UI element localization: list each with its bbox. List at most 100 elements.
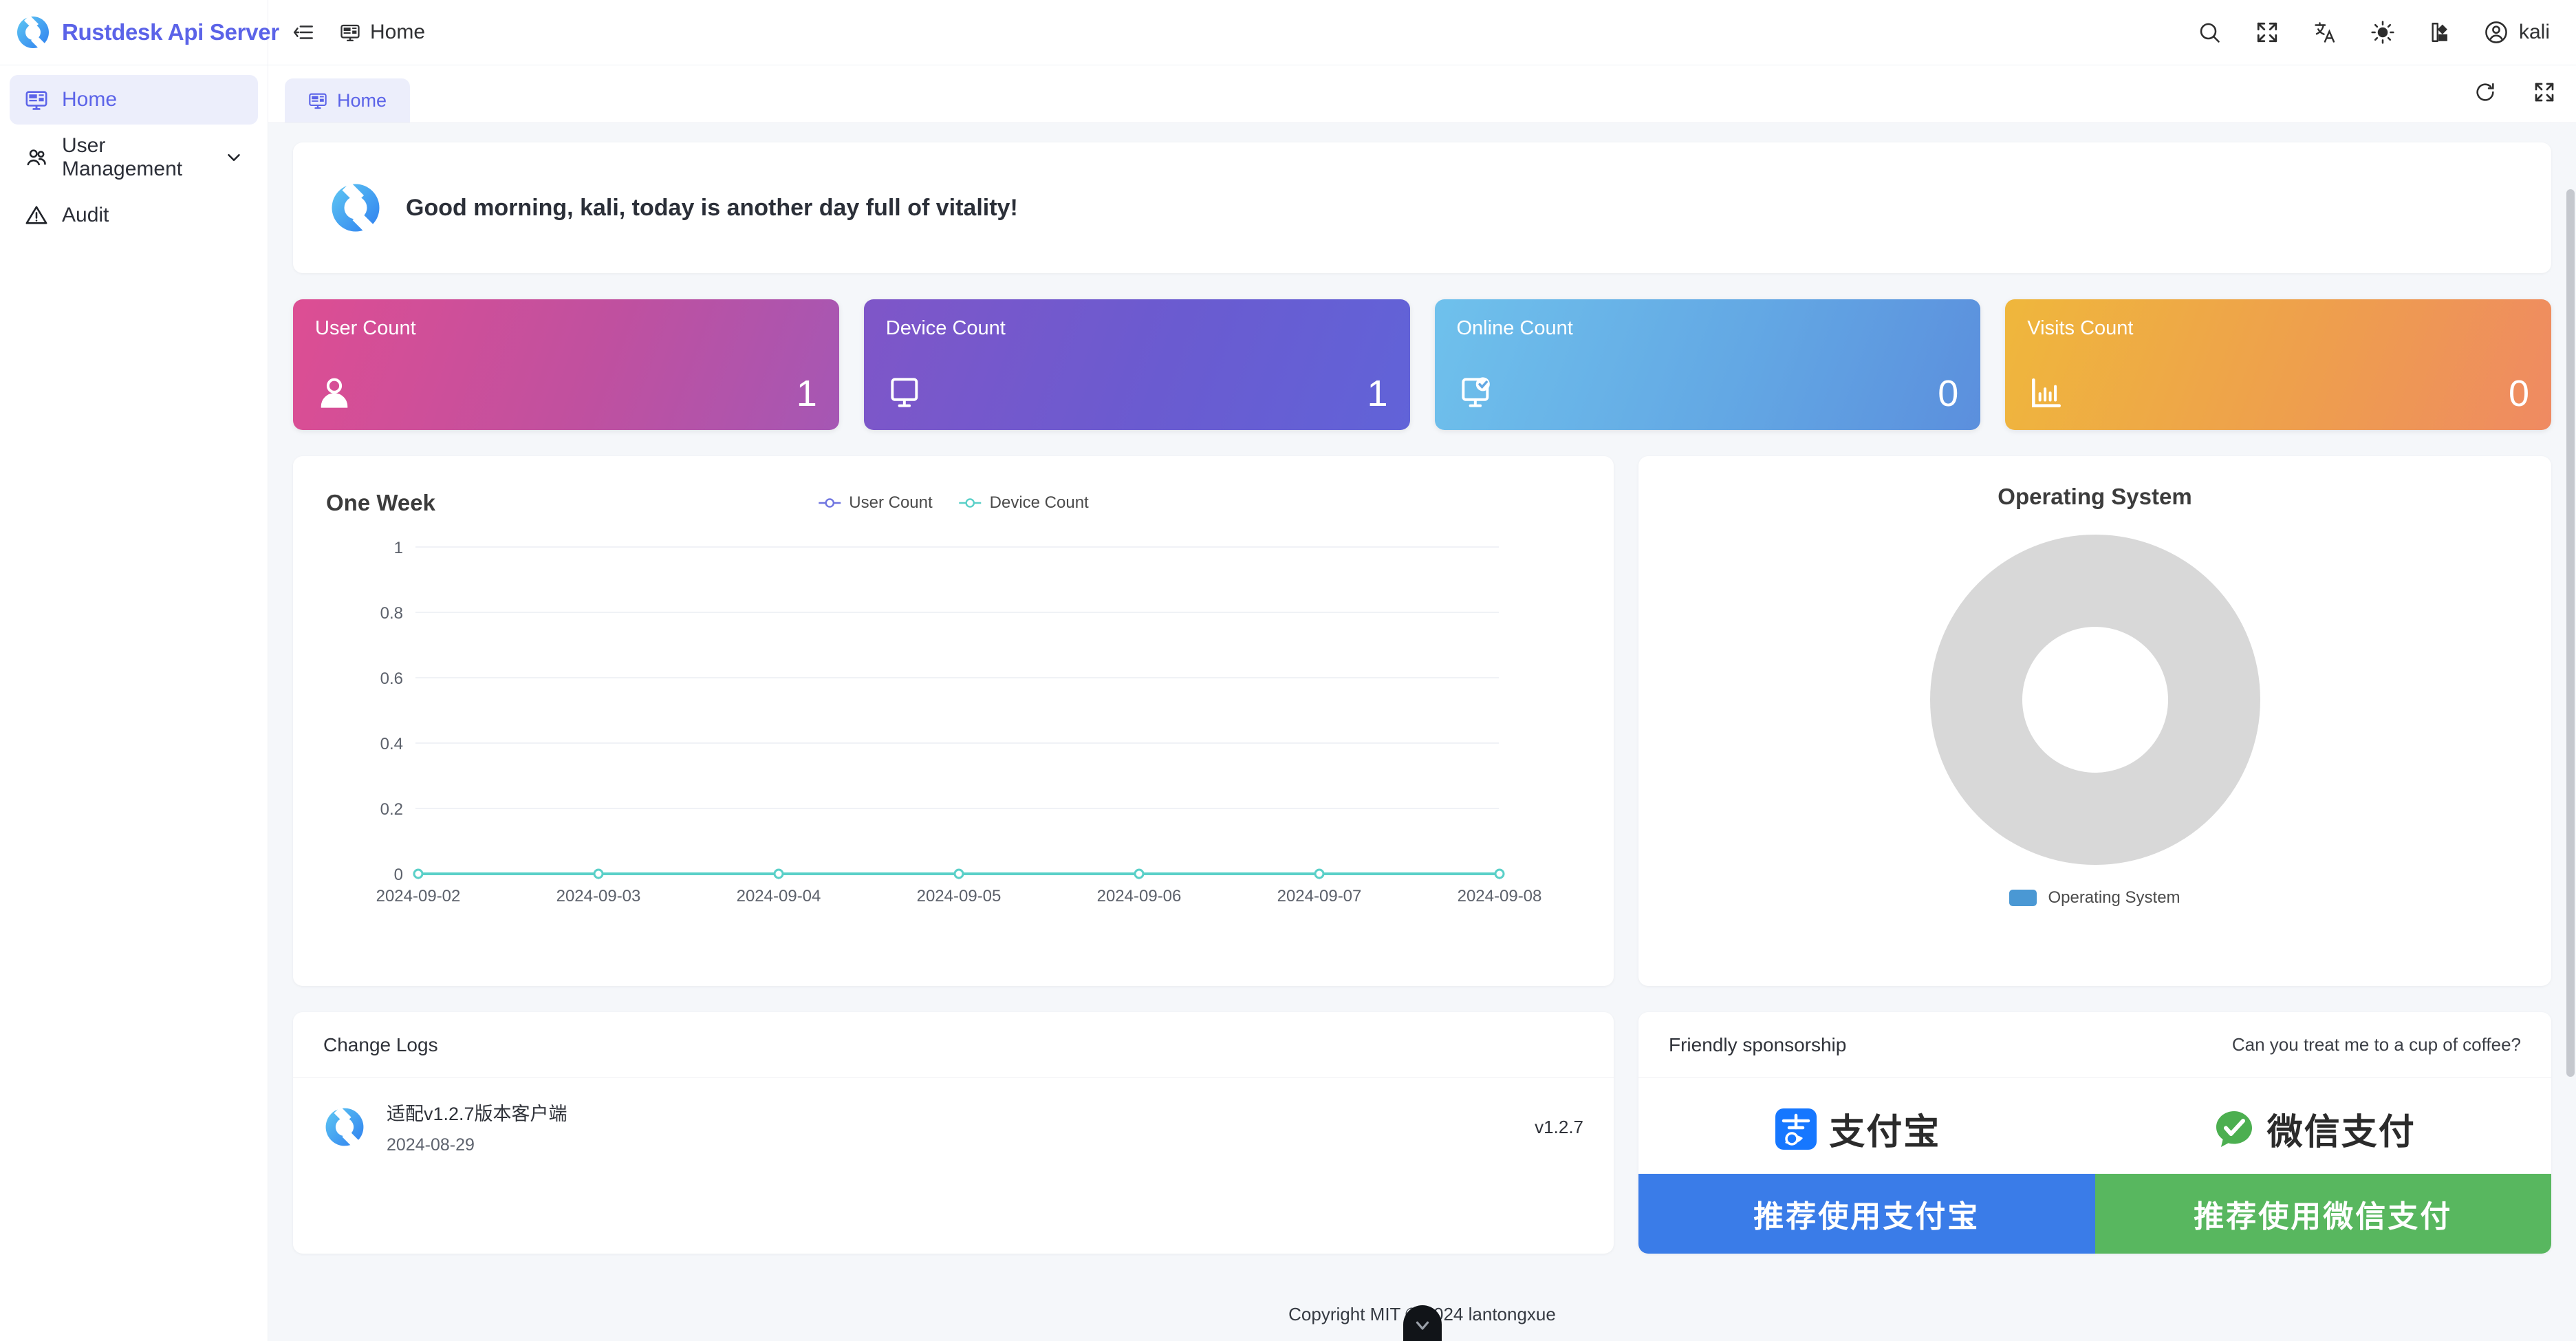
tab-bar: Home: [268, 65, 2576, 123]
legend-item-user-count[interactable]: User Count: [818, 493, 933, 513]
legend-label: Device Count: [989, 493, 1089, 512]
monitor-check-icon: [1457, 374, 1495, 412]
theme-icon[interactable]: [2368, 17, 2398, 47]
x-tick-label: 2024-09-04: [737, 887, 821, 905]
change-logs-card: Change Logs 适配v1.2.7版本客户端 2024-08-29 v1.…: [293, 1012, 1614, 1254]
search-icon[interactable]: [2194, 17, 2225, 47]
line-chart-plot: 1 0.8 0.6 0.4 0.2 0 2024-09-02 2024-09-0…: [326, 533, 1581, 953]
legend-label: Operating System: [2048, 888, 2180, 907]
legend-item-device-count[interactable]: Device Count: [959, 493, 1089, 513]
monitor-icon: [340, 22, 360, 43]
scrollbar-thumb[interactable]: [2566, 189, 2575, 1077]
alipay-logo: 支付宝: [1774, 1103, 1940, 1155]
change-log-date: 2024-08-29: [387, 1135, 475, 1155]
tab-home[interactable]: Home: [285, 78, 411, 122]
refresh-icon[interactable]: [2470, 77, 2500, 107]
svg-text:0.2: 0.2: [380, 800, 403, 819]
legend-label: User Count: [849, 493, 933, 512]
stat-cards: User Count 1 Device Count 1 Online Count…: [293, 299, 2551, 430]
wechatpay-banner[interactable]: 推荐使用微信支付: [2095, 1174, 2551, 1254]
tabs: Home: [285, 65, 411, 122]
tab-label: Home: [337, 89, 387, 111]
sidebar-collapse-icon[interactable]: [288, 17, 319, 48]
palette-icon[interactable]: [2425, 17, 2456, 47]
user-avatar-icon: [2483, 19, 2509, 45]
sidebar: Home User Management Audit: [0, 65, 268, 1341]
fullscreen-icon[interactable]: [2252, 17, 2282, 47]
scroll-to-top-button[interactable]: [1403, 1305, 1442, 1341]
sponsorship-header: Friendly sponsorship Can you treat me to…: [1638, 1012, 2551, 1078]
os-chart-legend[interactable]: Operating System: [1671, 888, 2518, 908]
change-logs-header: Change Logs: [293, 1012, 1614, 1078]
sidebar-item-user-management[interactable]: User Management: [10, 133, 258, 182]
svg-text:0.8: 0.8: [380, 604, 403, 623]
tab-actions: [2470, 77, 2559, 122]
alipay-label: 支付宝: [1829, 1113, 1941, 1152]
x-tick-label: 2024-09-06: [1097, 887, 1182, 905]
svg-text:0.4: 0.4: [380, 735, 403, 753]
stat-title: Online Count: [1456, 317, 1573, 339]
sponsorship-title: Friendly sponsorship: [1669, 1033, 1847, 1055]
fullscreen-icon[interactable]: [2529, 77, 2559, 107]
header-right: kali: [2194, 0, 2576, 65]
legend-marker-icon: [819, 498, 841, 508]
sidebar-item-home[interactable]: Home: [10, 75, 258, 125]
one-week-chart-card: One Week User Count Device Count 1 0.8 0…: [293, 456, 1614, 986]
change-log-version: v1.2.7: [1535, 1116, 1583, 1137]
x-tick-label: 2024-09-02: [376, 887, 461, 905]
stat-card-user-count[interactable]: User Count 1: [293, 299, 839, 430]
bar-chart-icon: [2027, 374, 2066, 412]
x-tick-label: 2024-09-08: [1458, 887, 1542, 905]
language-icon[interactable]: [2310, 17, 2340, 47]
sidebar-item-label: User Management: [62, 134, 183, 180]
chart-title: One Week: [326, 490, 435, 515]
stat-card-device-count[interactable]: Device Count 1: [863, 299, 1410, 430]
wechatpay-label: 微信支付: [2266, 1113, 2416, 1152]
rustdesk-logo-icon: [15, 14, 51, 50]
wechatpay-logo: 微信支付: [2212, 1103, 2416, 1155]
wechatpay-icon: [2212, 1107, 2256, 1151]
rustdesk-logo-icon: [323, 1106, 366, 1148]
alipay-banner[interactable]: 推荐使用支付宝: [1638, 1174, 2095, 1254]
stat-card-online-count[interactable]: Online Count 0: [1434, 299, 1981, 430]
stat-value: 0: [1938, 373, 1959, 414]
payment-logos: 支付宝 微信支付: [1638, 1078, 2551, 1174]
donut-chart: [1671, 535, 2518, 865]
legend-marker-icon: [959, 498, 982, 508]
change-log-title: 适配v1.2.7版本客户端: [387, 1104, 567, 1124]
svg-text:0: 0: [394, 866, 403, 884]
user-icon: [315, 374, 354, 412]
rustdesk-logo-icon: [329, 181, 382, 235]
brand-name: Rustdesk Api Server: [62, 19, 279, 45]
stat-title: Visits Count: [2027, 317, 2134, 339]
stat-title: User Count: [315, 317, 416, 339]
x-tick-label: 2024-09-05: [917, 887, 1002, 905]
page-content: Good morning, kali, today is another day…: [268, 123, 2576, 1281]
charts-row: One Week User Count Device Count 1 0.8 0…: [293, 456, 2551, 986]
monitor-icon: [23, 87, 50, 113]
sidebar-item-label: Audit: [62, 204, 109, 226]
page-scrollbar[interactable]: [2566, 189, 2575, 1341]
breadcrumb-label: Home: [370, 21, 426, 43]
body: Home User Management Audit Home Good mor…: [0, 65, 2576, 1341]
content-scroll-area[interactable]: Good morning, kali, today is another day…: [268, 123, 2576, 1341]
app-root: Rustdesk Api Server Home kali Home User …: [0, 0, 2576, 1341]
sidebar-item-label: Home: [62, 88, 118, 111]
stat-card-visits-count[interactable]: Visits Count 0: [2005, 299, 2551, 430]
sidebar-item-audit[interactable]: Audit: [10, 191, 258, 240]
change-log-entry[interactable]: 适配v1.2.7版本客户端 2024-08-29 v1.2.7: [293, 1078, 1614, 1181]
svg-text:0.6: 0.6: [380, 669, 403, 688]
brand[interactable]: Rustdesk Api Server: [0, 0, 279, 65]
payment-banners: 推荐使用支付宝 推荐使用微信支付: [1638, 1174, 2551, 1254]
username-label: kali: [2518, 21, 2550, 43]
x-tick-label: 2024-09-07: [1277, 887, 1362, 905]
change-logs-title: Change Logs: [323, 1033, 438, 1055]
os-chart-title: Operating System: [1998, 484, 2192, 509]
alipay-icon: [1774, 1107, 1818, 1151]
stat-title: Device Count: [885, 317, 1006, 339]
warning-triangle-icon: [23, 202, 50, 228]
greeting-text: Good morning, kali, today is another day…: [406, 194, 1018, 221]
user-menu[interactable]: kali: [2483, 19, 2550, 45]
chevron-down-icon[interactable]: [224, 147, 244, 168]
bottom-row: Change Logs 适配v1.2.7版本客户端 2024-08-29 v1.…: [293, 1012, 2551, 1281]
